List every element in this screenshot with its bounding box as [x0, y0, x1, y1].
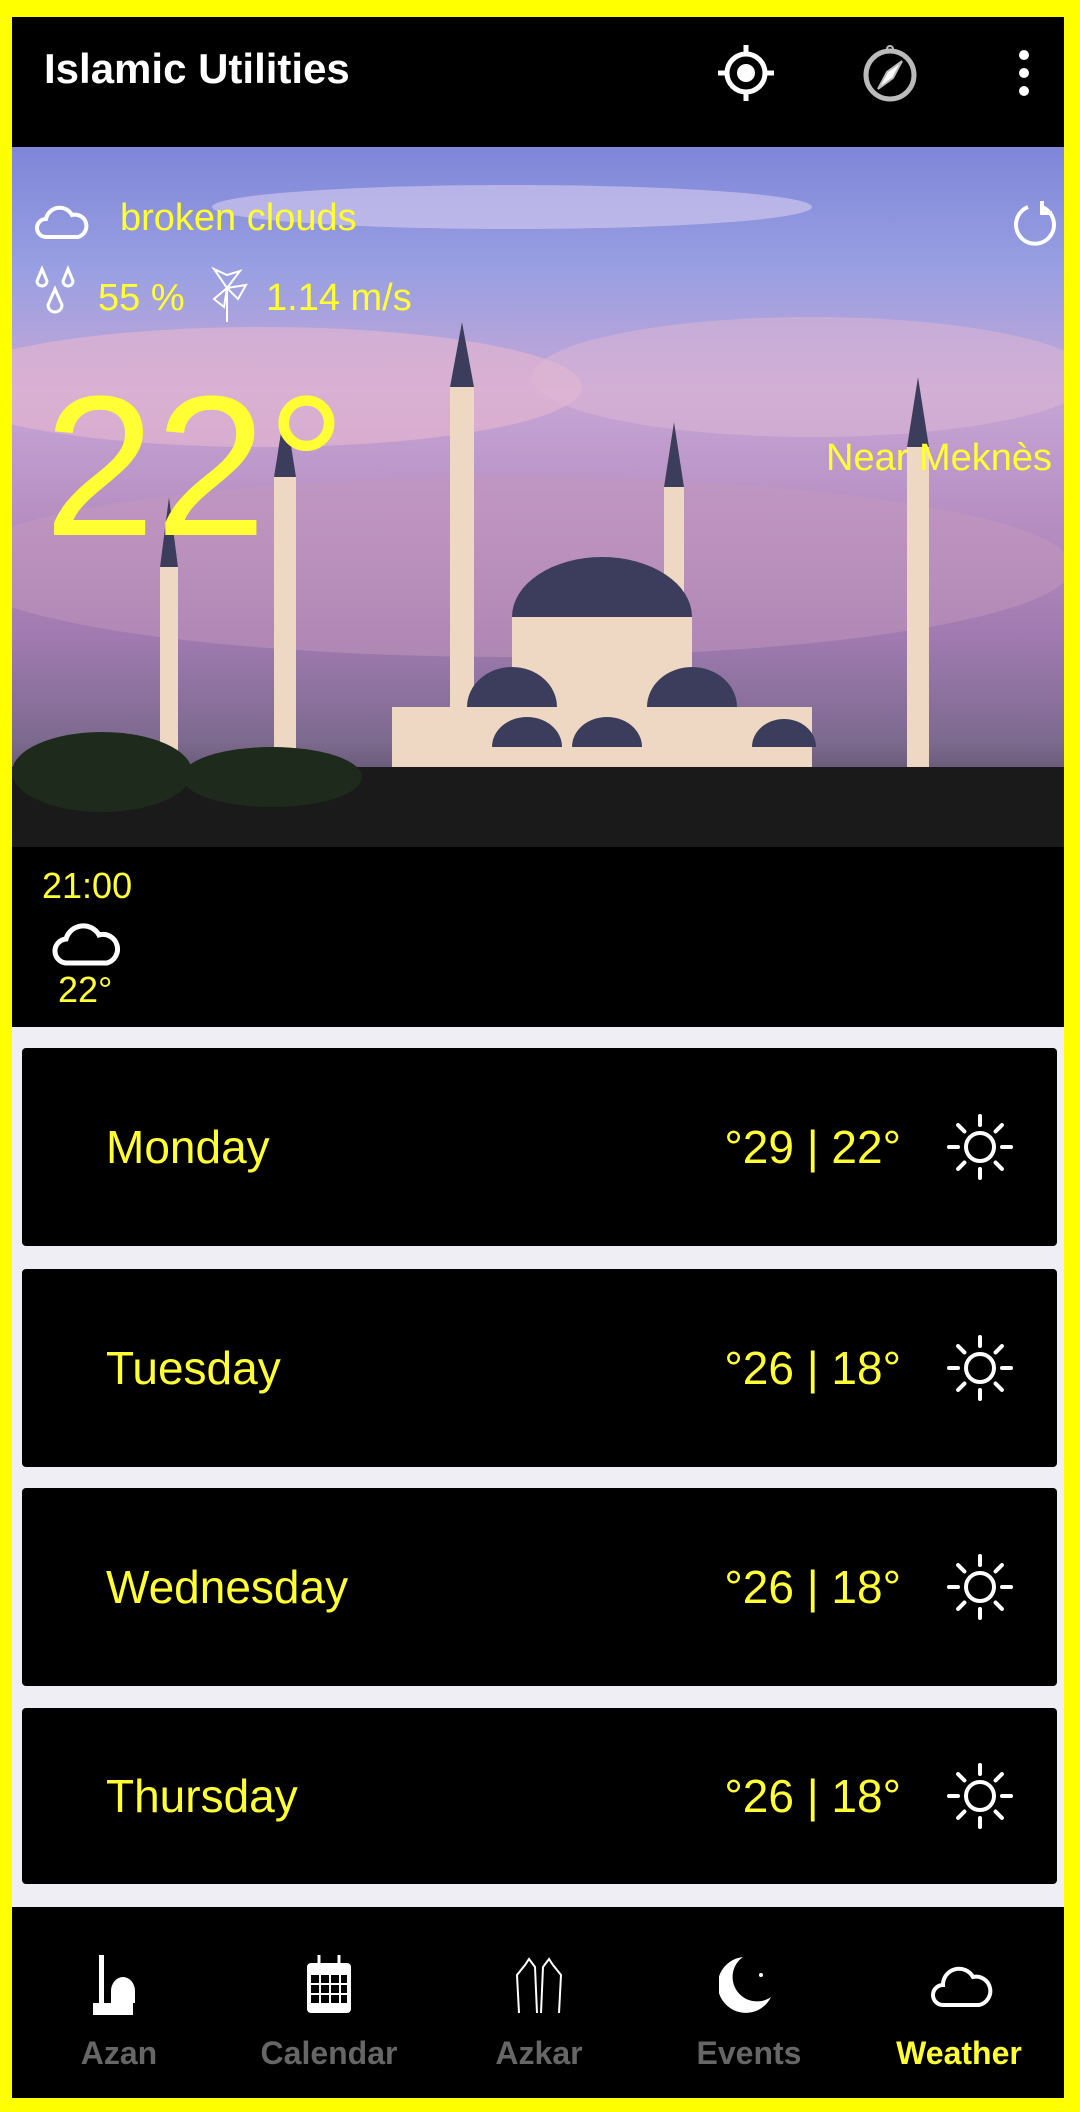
nav-label: Weather	[896, 2035, 1022, 2071]
daily-forecast-card[interactable]: Monday °29 | 22°	[22, 1048, 1057, 1246]
calendar-icon	[307, 1955, 351, 2013]
daily-forecast-card[interactable]: Thursday °26 | 18°	[22, 1708, 1057, 1884]
praying-hands-icon	[515, 1957, 563, 2014]
cloud-icon	[931, 1966, 993, 2007]
location-label: Near Meknès	[826, 437, 1052, 479]
hourly-time: 21:00	[42, 865, 133, 906]
nav-label: Events	[696, 2035, 802, 2071]
sun-icon	[947, 1114, 1013, 1180]
nav-item-calendar[interactable]: Calendar	[224, 1907, 434, 2098]
high-low-temps: °26 | 18°	[724, 1561, 901, 1613]
day-name: Tuesday	[106, 1342, 281, 1394]
bottom-navigation: Azan Calendar Azkar Events Weather	[12, 1907, 1064, 2098]
sun-icon	[947, 1763, 1013, 1829]
day-name: Wednesday	[106, 1561, 349, 1613]
hourly-temperature: 22°	[58, 969, 113, 1009]
day-name: Thursday	[106, 1770, 298, 1822]
app-title: Islamic Utilities	[44, 45, 350, 92]
daily-forecast-card[interactable]: Tuesday °26 | 18°	[22, 1269, 1057, 1467]
app-frame: Islamic Utilities broken clouds 55 % 1.1…	[12, 17, 1064, 2098]
sun-icon	[947, 1335, 1013, 1401]
current-temperature: 22°	[44, 355, 347, 578]
nav-item-azan[interactable]: Azan	[14, 1907, 224, 2098]
nav-item-azkar[interactable]: Azkar	[434, 1907, 644, 2098]
sun-icon	[947, 1554, 1013, 1620]
wind-speed-value: 1.14 m/s	[266, 277, 412, 319]
nav-label: Azan	[80, 2035, 158, 2071]
more-vert-icon[interactable]	[992, 41, 1056, 105]
current-weather-panel: broken clouds 55 % 1.14 m/s 22° Near Mek…	[12, 147, 1064, 847]
app-bar: Islamic Utilities	[12, 17, 1064, 147]
refresh-icon[interactable]	[1012, 199, 1058, 249]
nav-item-weather[interactable]: Weather	[854, 1907, 1064, 2098]
nav-label: Calendar	[260, 2035, 398, 2071]
high-low-temps: °26 | 18°	[724, 1770, 901, 1822]
high-low-temps: °29 | 22°	[724, 1121, 901, 1173]
nav-item-events[interactable]: Events	[644, 1907, 854, 2098]
crescent-moon-icon	[719, 1957, 771, 2013]
high-low-temps: °26 | 18°	[724, 1342, 901, 1394]
daily-forecast-card[interactable]: Wednesday °26 | 18°	[22, 1488, 1057, 1686]
humidity-icon	[35, 265, 75, 314]
gps-locate-icon[interactable]	[714, 41, 778, 105]
condition-text: broken clouds	[120, 197, 357, 239]
nav-label: Azkar	[495, 2035, 583, 2071]
compass-icon[interactable]	[858, 41, 922, 105]
cloud-icon	[35, 205, 89, 239]
mosque-icon	[93, 1955, 135, 2015]
hourly-forecast[interactable]: 21:00 22°	[12, 847, 1064, 1027]
humidity-value: 55 %	[98, 277, 185, 319]
day-name: Monday	[106, 1121, 270, 1173]
cloud-icon	[52, 923, 121, 966]
wind-pinwheel-icon	[211, 266, 248, 322]
